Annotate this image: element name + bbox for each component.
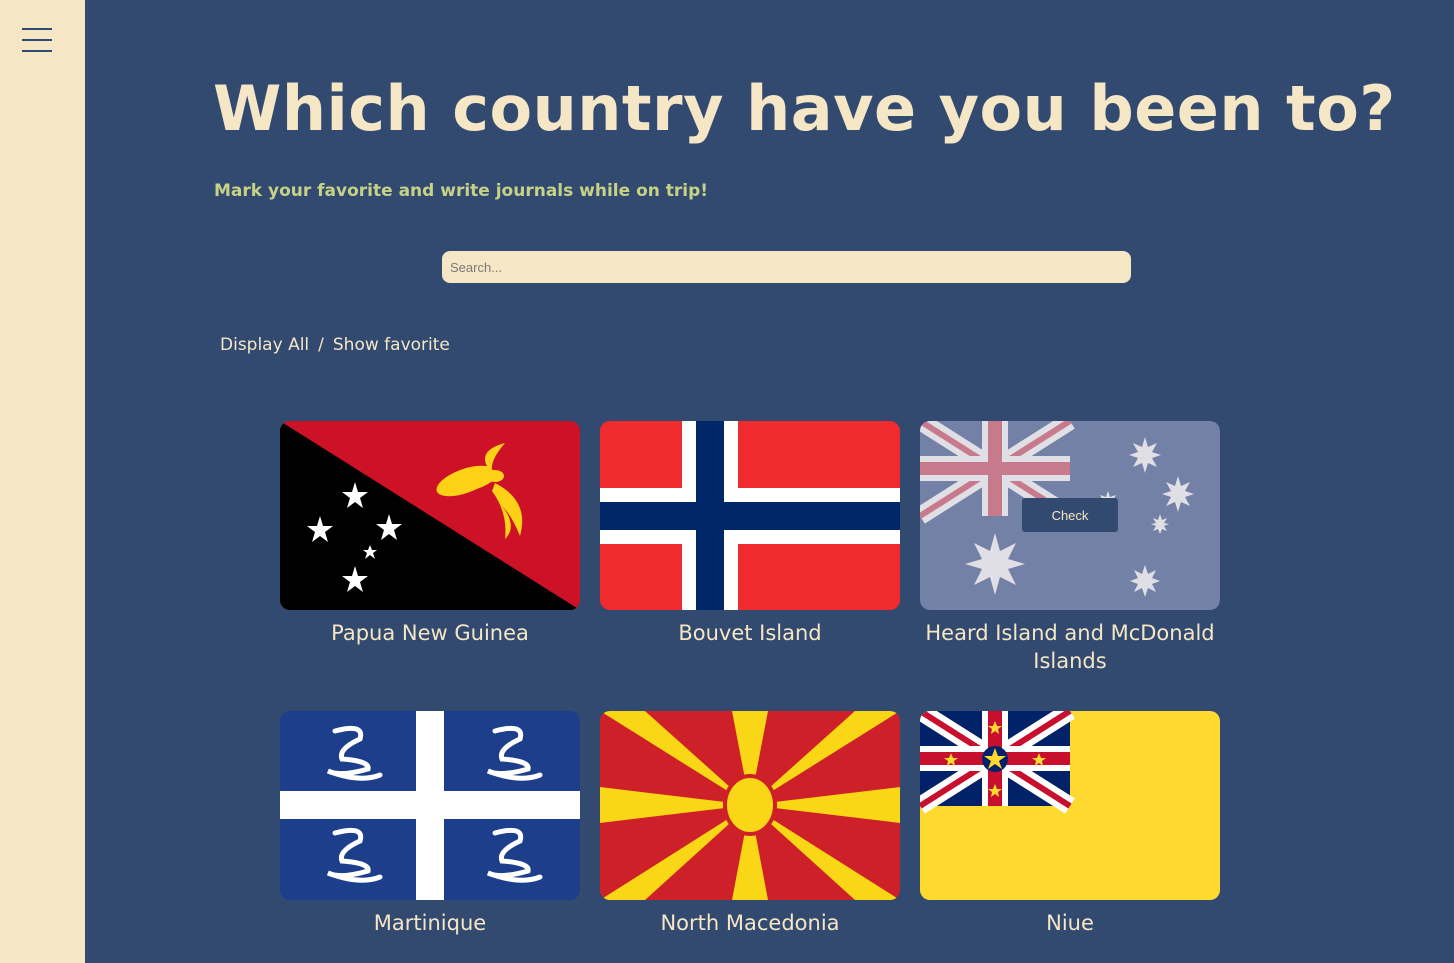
country-name: Martinique (373, 911, 487, 935)
country-name: Heard Island and McDonald Islands (925, 621, 1215, 673)
show-favorite-link[interactable]: Show favorite (333, 335, 450, 355)
flag-north-macedonia[interactable] (600, 711, 900, 900)
country-card: Papua New Guinea (280, 421, 580, 647)
check-button[interactable]: Check (1022, 498, 1118, 532)
country-name: North Macedonia (660, 911, 840, 935)
flag-papua-new-guinea[interactable] (280, 421, 580, 610)
page-title: Which country have you been to? (213, 72, 1396, 145)
country-card: Check Heard Island and McDonald Islands (920, 421, 1220, 675)
country-card: North Macedonia (600, 711, 900, 937)
flag-martinique[interactable] (280, 711, 580, 900)
country-name: Papua New Guinea (331, 621, 529, 645)
flag-bouvet-island[interactable] (600, 421, 900, 610)
country-card: Martinique (280, 711, 580, 937)
country-name: Niue (1046, 911, 1094, 935)
filter-separator: / (318, 335, 324, 355)
flag-heard-island-and-mcdonald-islands[interactable]: Check (920, 421, 1220, 610)
filter-bar: Display All / Show favorite (220, 335, 450, 355)
display-all-link[interactable]: Display All (220, 335, 309, 355)
hamburger-menu-icon[interactable] (22, 28, 52, 54)
page-subtitle: Mark your favorite and write journals wh… (214, 181, 709, 201)
country-card: Niue (920, 711, 1220, 937)
sidebar (0, 0, 85, 963)
heart-icon[interactable] (1165, 453, 1220, 610)
search-input[interactable] (442, 251, 1131, 283)
country-name: Bouvet Island (678, 621, 822, 645)
country-card: Bouvet Island (600, 421, 900, 647)
flag-niue[interactable] (920, 711, 1220, 900)
